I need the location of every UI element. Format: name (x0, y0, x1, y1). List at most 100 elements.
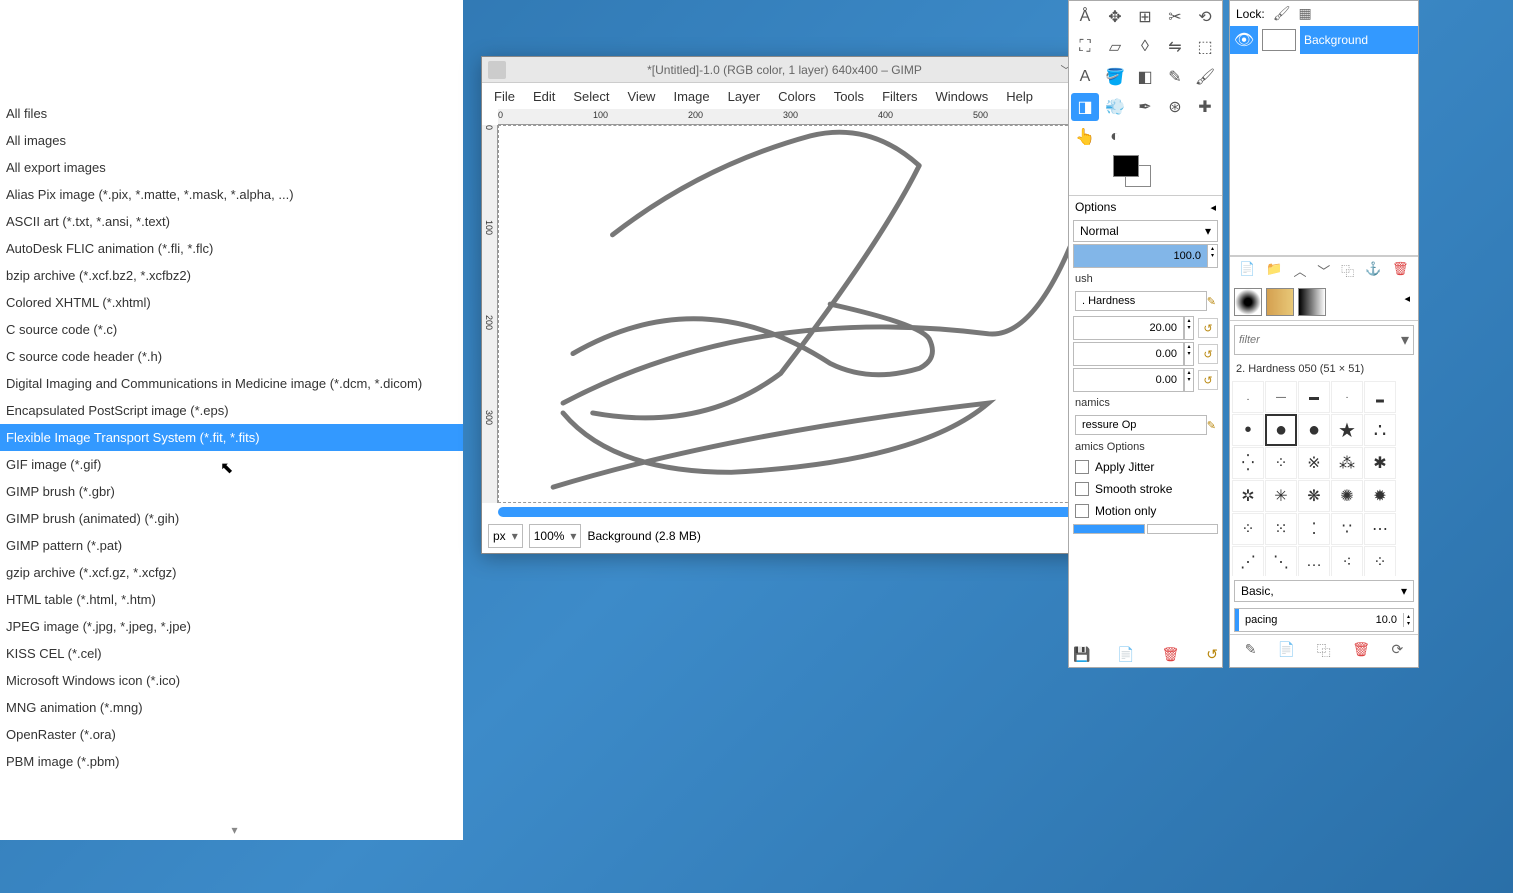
file-format-item[interactable]: Microsoft Windows icon (*.ico) (0, 667, 463, 694)
file-format-list[interactable]: All filesAll imagesAll export imagesAlia… (0, 100, 463, 775)
file-format-item[interactable]: OpenRaster (*.ora) (0, 721, 463, 748)
file-format-item[interactable]: Encapsulated PostScript image (*.eps) (0, 397, 463, 424)
unit-select[interactable]: px▾ (488, 524, 523, 548)
ruler-vertical[interactable]: 0100200300 (482, 125, 498, 503)
brush-cell[interactable]: • (1232, 414, 1264, 446)
file-format-item[interactable]: GIF image (*.gif) (0, 451, 463, 478)
delete-preset-icon[interactable]: 🗑 (1162, 646, 1180, 663)
lock-alpha-icon[interactable]: ▦ (1298, 5, 1311, 22)
brush-preset-select[interactable]: Basic,▾ (1234, 580, 1414, 602)
raise-layer-icon[interactable]: ︿ (1293, 261, 1306, 280)
tool-airbrush-icon[interactable]: 💨 (1101, 93, 1129, 121)
apply-jitter-check[interactable]: Apply Jitter (1069, 456, 1222, 478)
new-brush-icon[interactable]: 📄 (1278, 641, 1295, 661)
size-spinner[interactable]: ▴▾ (1184, 316, 1194, 340)
brush-cell[interactable]: ⁘ (1265, 447, 1297, 479)
brush-cell[interactable]: — (1265, 381, 1297, 413)
lower-layer-icon[interactable]: ﹀ (1317, 261, 1330, 280)
dyn-options-label[interactable]: amics Options (1069, 438, 1222, 456)
brush-cell[interactable]: ⁘ (1364, 546, 1396, 576)
delete-layer-icon[interactable]: 🗑 (1392, 261, 1409, 280)
file-format-item[interactable]: All export images (0, 154, 463, 181)
file-format-item[interactable]: AutoDesk FLIC animation (*.fli, *.flc) (0, 235, 463, 262)
filter-input[interactable] (1235, 326, 1397, 354)
layer-row[interactable]: 👁 Background (1230, 26, 1418, 54)
angle-reset-icon[interactable]: ↺ (1198, 370, 1218, 390)
edit-brush-icon[interactable]: ✎ (1245, 641, 1257, 661)
file-format-item[interactable]: gzip archive (*.xcf.gz, *.xcfgz) (0, 559, 463, 586)
tool-smudge-icon[interactable]: 👆 (1071, 123, 1099, 151)
mode-select[interactable]: Normal▾ (1073, 220, 1218, 242)
brush-cell[interactable]: ★ (1331, 414, 1363, 446)
spacing-slider[interactable]: pacing10.0 ▴▾ (1234, 608, 1414, 632)
tool-crop-icon[interactable]: ✂ (1161, 3, 1189, 31)
spacing-spinner[interactable]: ▴▾ (1403, 613, 1413, 627)
menu-select[interactable]: Select (565, 85, 617, 108)
file-format-item[interactable]: PBM image (*.pbm) (0, 748, 463, 775)
partial-slider[interactable] (1073, 524, 1145, 534)
file-format-item[interactable]: JPEG image (*.jpg, *.jpeg, *.jpe) (0, 613, 463, 640)
tool-bucket-icon[interactable]: 🪣 (1101, 63, 1129, 91)
brush-cell[interactable]: ⋱ (1265, 546, 1297, 576)
file-format-item[interactable]: All files (0, 100, 463, 127)
restore-preset-icon[interactable]: 📄 (1117, 646, 1134, 663)
brush-cell[interactable]: ⁘ (1232, 513, 1264, 545)
layer-name[interactable]: Background (1300, 26, 1418, 54)
brush-cell[interactable]: ▂ (1364, 381, 1396, 413)
brush-cell[interactable]: ∵ (1331, 513, 1363, 545)
opacity-slider[interactable]: 100.0 ▴▾ (1073, 244, 1218, 268)
configure-tab-icon[interactable]: ◂ (1210, 201, 1216, 214)
brush-cell[interactable]: ✹ (1364, 480, 1396, 512)
brush-cell[interactable]: ✺ (1331, 480, 1363, 512)
menu-image[interactable]: Image (665, 85, 717, 108)
menu-view[interactable]: View (620, 85, 664, 108)
anchor-layer-icon[interactable]: ⚓ (1365, 261, 1381, 280)
brush-cell[interactable]: ※ (1298, 447, 1330, 479)
brush-cell[interactable]: ✲ (1232, 480, 1264, 512)
duplicate-layer-icon[interactable]: ⿻ (1341, 261, 1354, 280)
save-preset-icon[interactable]: 💾 (1073, 646, 1090, 663)
size-input[interactable]: 20.00 (1073, 316, 1184, 340)
gradients-tab[interactable] (1298, 288, 1326, 316)
group-layer-icon[interactable]: 📁 (1266, 261, 1282, 280)
opacity-spinner[interactable]: ▴▾ (1208, 244, 1218, 268)
brush-cell[interactable]: ⁙ (1265, 513, 1297, 545)
dynamics-value[interactable]: ressure Op (1075, 415, 1207, 435)
smooth-stroke-check[interactable]: Smooth stroke (1069, 478, 1222, 500)
file-format-item[interactable]: GIMP brush (*.gbr) (0, 478, 463, 505)
layer-thumbnail[interactable] (1262, 29, 1296, 51)
partial-slider-b[interactable] (1147, 524, 1219, 534)
brush-cell[interactable]: ⁚ (1298, 513, 1330, 545)
tool-pencil-icon[interactable]: ✎ (1161, 63, 1189, 91)
scrollbar-horizontal[interactable] (498, 507, 1103, 517)
brush-cell[interactable]: ● (1265, 414, 1297, 446)
ruler-horizontal[interactable]: 0100200300400500600 (498, 109, 1103, 125)
brush-cell[interactable]: ▬ (1298, 381, 1330, 413)
fg-color-swatch[interactable] (1113, 155, 1139, 177)
tool-cage-icon[interactable]: ⬚ (1191, 33, 1219, 61)
menu-file[interactable]: File (486, 85, 523, 108)
tool-eraser-icon[interactable]: ◨ (1071, 93, 1099, 121)
tool-dodge-icon[interactable]: ◐ (1101, 123, 1129, 151)
angle-input[interactable]: 0.00 (1073, 368, 1184, 392)
filter-dropdown-icon[interactable]: ▾ (1397, 326, 1413, 354)
file-format-item[interactable]: Flexible Image Transport System (*.fit, … (0, 424, 463, 451)
brush-edit-icon[interactable]: ✎ (1207, 295, 1216, 308)
aspect-input[interactable]: 0.00 (1073, 342, 1184, 366)
brush-cell[interactable]: ✳ (1265, 480, 1297, 512)
canvas[interactable] (498, 125, 1103, 503)
file-format-item[interactable]: bzip archive (*.xcf.bz2, *.xcfbz2) (0, 262, 463, 289)
reset-preset-icon[interactable]: ↺ (1206, 646, 1218, 663)
tool-perspective-icon[interactable]: ◊ (1131, 33, 1159, 61)
file-format-item[interactable]: ASCII art (*.txt, *.ansi, *.text) (0, 208, 463, 235)
brush-cell[interactable]: ⋯ (1364, 513, 1396, 545)
brush-configure-icon[interactable]: ◂ (1400, 288, 1414, 316)
tool-move-icon[interactable]: ✥ (1101, 3, 1129, 31)
brush-cell[interactable]: ⁖ (1331, 546, 1363, 576)
layers-list[interactable]: 👁 Background (1230, 26, 1418, 256)
aspect-reset-icon[interactable]: ↺ (1198, 344, 1218, 364)
tool-align-icon[interactable]: ⊞ (1131, 3, 1159, 31)
new-layer-icon[interactable]: 📄 (1239, 261, 1255, 280)
brush-cell[interactable]: ⁂ (1331, 447, 1363, 479)
file-format-item[interactable]: Alias Pix image (*.pix, *.matte, *.mask,… (0, 181, 463, 208)
